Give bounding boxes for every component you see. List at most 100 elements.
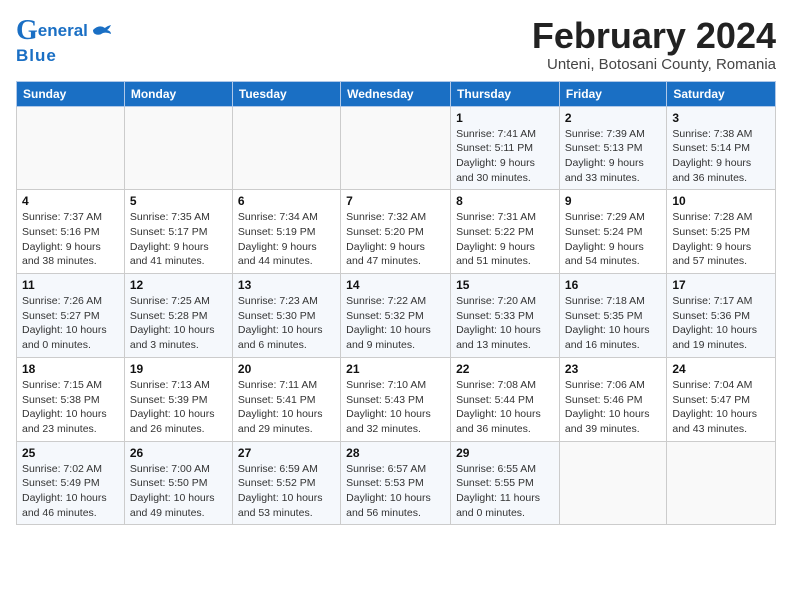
logo-bird-icon (91, 22, 113, 40)
day-number: 9 (565, 194, 661, 208)
calendar-cell: 25Sunrise: 7:02 AMSunset: 5:49 PMDayligh… (17, 441, 125, 525)
calendar-cell: 14Sunrise: 7:22 AMSunset: 5:32 PMDayligh… (341, 274, 451, 358)
calendar-cell: 18Sunrise: 7:15 AMSunset: 5:38 PMDayligh… (17, 357, 125, 441)
day-info: Sunrise: 7:32 AMSunset: 5:20 PMDaylight:… (346, 210, 445, 269)
col-monday: Monday (124, 81, 232, 106)
calendar-cell (667, 441, 776, 525)
day-info: Sunrise: 6:57 AMSunset: 5:53 PMDaylight:… (346, 462, 445, 521)
logo: G eneral Blue (16, 16, 113, 65)
calendar-week-row: 4 Sunrise: 7:37 AMSunset: 5:16 PMDaylight… (17, 190, 776, 274)
day-number: 14 (346, 278, 445, 292)
day-number: 4 (22, 194, 119, 208)
day-number: 15 (456, 278, 554, 292)
day-info: Sunrise: 6:59 AMSunset: 5:52 PMDaylight:… (238, 462, 335, 521)
logo-eneral: eneral (38, 22, 88, 41)
calendar-cell: 11 Sunrise: 7:26 AMSunset: 5:27 PMDayligh… (17, 274, 125, 358)
col-friday: Friday (559, 81, 666, 106)
calendar-cell: 16 Sunrise: 7:18 AMSunset: 5:35 PMDayligh… (559, 274, 666, 358)
calendar-cell: 2 Sunrise: 7:39 AMSunset: 5:13 PMDaylight… (559, 106, 666, 190)
calendar-cell: 17Sunrise: 7:17 AMSunset: 5:36 PMDayligh… (667, 274, 776, 358)
calendar-cell: 9Sunrise: 7:29 AMSunset: 5:24 PMDaylight… (559, 190, 666, 274)
calendar-cell: 5 Sunrise: 7:35 AMSunset: 5:17 PMDaylight… (124, 190, 232, 274)
calendar-cell: 12Sunrise: 7:25 AMSunset: 5:28 PMDayligh… (124, 274, 232, 358)
day-number: 23 (565, 362, 661, 376)
day-number: 16 (565, 278, 661, 292)
calendar-week-row: 1 Sunrise: 7:41 AMSunset: 5:11 PMDaylight… (17, 106, 776, 190)
day-number: 27 (238, 446, 335, 460)
day-number: 25 (22, 446, 119, 460)
calendar-cell: 3 Sunrise: 7:38 AMSunset: 5:14 PMDaylight… (667, 106, 776, 190)
day-number: 20 (238, 362, 335, 376)
logo-blue: Blue (16, 47, 57, 66)
day-number: 2 (565, 111, 661, 125)
calendar-cell: 20 Sunrise: 7:11 AMSunset: 5:41 PMDayligh… (232, 357, 340, 441)
day-info: Sunrise: 7:08 AMSunset: 5:44 PMDaylight:… (456, 378, 554, 437)
calendar-cell: 6Sunrise: 7:34 AMSunset: 5:19 PMDaylight… (232, 190, 340, 274)
day-number: 5 (130, 194, 227, 208)
day-info: Sunrise: 7:15 AMSunset: 5:38 PMDaylight:… (22, 378, 119, 437)
col-sunday: Sunday (17, 81, 125, 106)
day-info: Sunrise: 7:23 AMSunset: 5:30 PMDaylight:… (238, 294, 335, 353)
calendar-cell (559, 441, 666, 525)
calendar-table: Sunday Monday Tuesday Wednesday Thursday… (16, 81, 776, 526)
day-info: Sunrise: 7:20 AMSunset: 5:33 PMDaylight:… (456, 294, 554, 353)
calendar-week-row: 18Sunrise: 7:15 AMSunset: 5:38 PMDayligh… (17, 357, 776, 441)
col-tuesday: Tuesday (232, 81, 340, 106)
day-number: 22 (456, 362, 554, 376)
calendar-cell: 24 Sunrise: 7:04 AMSunset: 5:47 PMDayligh… (667, 357, 776, 441)
calendar-week-row: 11 Sunrise: 7:26 AMSunset: 5:27 PMDayligh… (17, 274, 776, 358)
calendar-cell: 7Sunrise: 7:32 AMSunset: 5:20 PMDaylight… (341, 190, 451, 274)
day-info: Sunrise: 7:13 AMSunset: 5:39 PMDaylight:… (130, 378, 227, 437)
day-info: Sunrise: 7:04 AMSunset: 5:47 PMDaylight:… (672, 378, 770, 437)
day-number: 13 (238, 278, 335, 292)
logo-g: G (16, 16, 38, 47)
day-number: 17 (672, 278, 770, 292)
calendar-cell (232, 106, 340, 190)
day-info: Sunrise: 7:28 AMSunset: 5:25 PMDaylight:… (672, 210, 770, 269)
day-info: Sunrise: 7:39 AMSunset: 5:13 PMDaylight:… (565, 127, 661, 186)
day-number: 24 (672, 362, 770, 376)
day-info: Sunrise: 7:38 AMSunset: 5:14 PMDaylight:… (672, 127, 770, 186)
title-area: February 2024 Unteni, Botosani County, R… (532, 16, 776, 73)
day-number: 3 (672, 111, 770, 125)
col-wednesday: Wednesday (341, 81, 451, 106)
calendar-cell: 21 Sunrise: 7:10 AMSunset: 5:43 PMDayligh… (341, 357, 451, 441)
day-info: Sunrise: 7:31 AMSunset: 5:22 PMDaylight:… (456, 210, 554, 269)
day-info: Sunrise: 7:41 AMSunset: 5:11 PMDaylight:… (456, 127, 554, 186)
calendar-cell: 22 Sunrise: 7:08 AMSunset: 5:44 PMDayligh… (451, 357, 560, 441)
day-number: 8 (456, 194, 554, 208)
day-info: Sunrise: 7:37 AMSunset: 5:16 PMDaylight:… (22, 210, 119, 269)
calendar-cell: 19 Sunrise: 7:13 AMSunset: 5:39 PMDayligh… (124, 357, 232, 441)
day-number: 28 (346, 446, 445, 460)
calendar-cell: 23 Sunrise: 7:06 AMSunset: 5:46 PMDayligh… (559, 357, 666, 441)
day-number: 26 (130, 446, 227, 460)
calendar-cell: 10 Sunrise: 7:28 AMSunset: 5:25 PMDayligh… (667, 190, 776, 274)
day-info: Sunrise: 7:11 AMSunset: 5:41 PMDaylight:… (238, 378, 335, 437)
calendar-week-row: 25Sunrise: 7:02 AMSunset: 5:49 PMDayligh… (17, 441, 776, 525)
main-title: February 2024 (532, 16, 776, 56)
subtitle: Unteni, Botosani County, Romania (532, 56, 776, 73)
day-info: Sunrise: 7:34 AMSunset: 5:19 PMDaylight:… (238, 210, 335, 269)
calendar-cell: 29Sunrise: 6:55 AMSunset: 5:55 PMDayligh… (451, 441, 560, 525)
day-number: 11 (22, 278, 119, 292)
page-header: G eneral Blue February 2024 Unteni, Boto… (16, 16, 776, 73)
calendar-cell: 28 Sunrise: 6:57 AMSunset: 5:53 PMDayligh… (341, 441, 451, 525)
calendar-cell (341, 106, 451, 190)
day-number: 21 (346, 362, 445, 376)
day-info: Sunrise: 7:35 AMSunset: 5:17 PMDaylight:… (130, 210, 227, 269)
day-info: Sunrise: 7:18 AMSunset: 5:35 PMDaylight:… (565, 294, 661, 353)
calendar-cell: 26 Sunrise: 7:00 AMSunset: 5:50 PMDayligh… (124, 441, 232, 525)
day-number: 10 (672, 194, 770, 208)
calendar-cell: 8 Sunrise: 7:31 AMSunset: 5:22 PMDaylight… (451, 190, 560, 274)
day-info: Sunrise: 7:10 AMSunset: 5:43 PMDaylight:… (346, 378, 445, 437)
day-number: 19 (130, 362, 227, 376)
col-saturday: Saturday (667, 81, 776, 106)
calendar-cell: 27 Sunrise: 6:59 AMSunset: 5:52 PMDayligh… (232, 441, 340, 525)
calendar-cell: 1 Sunrise: 7:41 AMSunset: 5:11 PMDaylight… (451, 106, 560, 190)
day-info: Sunrise: 6:55 AMSunset: 5:55 PMDaylight:… (456, 462, 554, 521)
day-number: 1 (456, 111, 554, 125)
calendar-cell: 4 Sunrise: 7:37 AMSunset: 5:16 PMDaylight… (17, 190, 125, 274)
day-info: Sunrise: 7:06 AMSunset: 5:46 PMDaylight:… (565, 378, 661, 437)
day-info: Sunrise: 7:00 AMSunset: 5:50 PMDaylight:… (130, 462, 227, 521)
day-info: Sunrise: 7:26 AMSunset: 5:27 PMDaylight:… (22, 294, 119, 353)
